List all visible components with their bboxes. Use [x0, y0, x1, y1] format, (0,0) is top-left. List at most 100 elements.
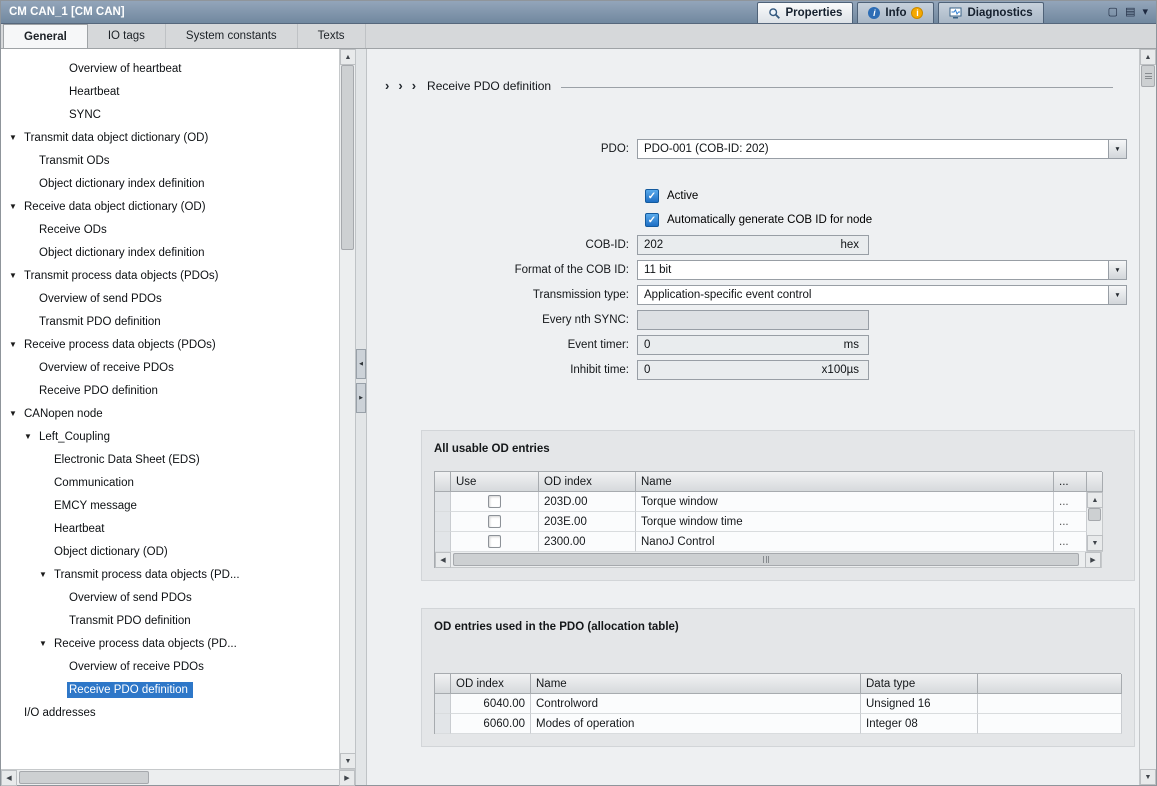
column-header[interactable] [978, 674, 1122, 694]
collapse-pane-icon[interactable]: ◀ [356, 349, 366, 379]
content-vertical-scrollbar[interactable]: ▲ ▼ [1139, 49, 1156, 785]
tree-item[interactable]: Overview of receive PDOs [1, 356, 339, 379]
scroll-left-icon[interactable]: ◀ [435, 552, 451, 568]
tree-item[interactable]: ▼Receive process data objects (PDOs) [1, 333, 339, 356]
row-selector[interactable] [435, 492, 451, 512]
tree-vertical-scrollbar[interactable]: ▲ ▼ [339, 49, 355, 769]
scroll-down-icon[interactable]: ▼ [340, 753, 356, 769]
scroll-up-icon[interactable]: ▲ [340, 49, 356, 65]
tree-expand-icon[interactable]: ▼ [39, 639, 52, 648]
column-header[interactable] [435, 472, 451, 492]
row-selector[interactable] [435, 714, 451, 734]
table-hscroll-thumb[interactable] [453, 553, 1079, 566]
scroll-up-icon[interactable]: ▲ [1087, 492, 1103, 508]
inhibit-time-field[interactable]: 0 x100µs [637, 360, 869, 380]
tree-item[interactable]: EMCY message [1, 494, 339, 517]
tree-item[interactable]: Transmit PDO definition [1, 310, 339, 333]
active-checkbox[interactable]: ✓ [645, 189, 659, 203]
od-entry-row[interactable]: 2300.00NanoJ Control... [435, 532, 1087, 552]
tab-io-tags[interactable]: IO tags [88, 24, 166, 48]
scroll-right-icon[interactable]: ▶ [1085, 552, 1101, 568]
tree-item[interactable]: ▼Receive data object dictionary (OD) [1, 195, 339, 218]
scroll-right-icon[interactable]: ▶ [339, 770, 355, 786]
tab-system-constants[interactable]: System constants [166, 24, 298, 48]
scroll-left-icon[interactable]: ◀ [1, 770, 17, 786]
tree-item[interactable]: Receive PDO definition [1, 379, 339, 402]
tree-item[interactable]: Overview of heartbeat [1, 57, 339, 80]
scroll-down-icon[interactable]: ▼ [1140, 769, 1156, 785]
column-header[interactable]: Data type [861, 674, 978, 694]
table-vscroll-thumb[interactable] [1088, 508, 1101, 521]
tree-item[interactable]: ▼Transmit process data objects (PD... [1, 563, 339, 586]
row-selector[interactable] [435, 512, 451, 532]
dock-window-icon[interactable]: ▤ [1125, 7, 1135, 18]
tree-item[interactable]: Transmit ODs [1, 149, 339, 172]
row-selector[interactable] [435, 532, 451, 552]
column-header[interactable]: OD index [539, 472, 636, 492]
table-horizontal-scrollbar[interactable]: ◀ ▶ [435, 552, 1102, 568]
tree-item[interactable]: ▼Receive process data objects (PD... [1, 632, 339, 655]
tree-item[interactable]: Overview of receive PDOs [1, 655, 339, 678]
column-header[interactable]: Name [531, 674, 861, 694]
column-header[interactable] [1087, 472, 1103, 492]
tree-horizontal-scrollbar[interactable]: ◀ ▶ [1, 769, 355, 785]
tree-item[interactable]: ▼CANopen node [1, 402, 339, 425]
table-vertical-scrollbar[interactable]: ▲ ▼ [1087, 492, 1103, 552]
use-checkbox[interactable] [488, 535, 501, 548]
tree-item[interactable]: Communication [1, 471, 339, 494]
content-vscroll-track[interactable] [1140, 87, 1156, 769]
content-vscroll-thumb[interactable] [1141, 65, 1155, 87]
tree-expand-icon[interactable]: ▼ [39, 570, 52, 579]
cob-format-select[interactable]: 11 bit ▼ [637, 260, 1127, 280]
tree-item[interactable]: ▼Transmit process data objects (PDOs) [1, 264, 339, 287]
use-checkbox[interactable] [488, 495, 501, 508]
cob-id-field[interactable]: 202 hex [637, 235, 869, 255]
table-vscroll-track[interactable] [1087, 521, 1102, 535]
tab-texts[interactable]: Texts [298, 24, 366, 48]
pane-splitter[interactable]: ◀ ▶ [355, 49, 367, 785]
tree-item[interactable]: Transmit PDO definition [1, 609, 339, 632]
row-selector[interactable] [435, 694, 451, 714]
dropdown-arrow-icon[interactable]: ▼ [1108, 286, 1126, 304]
auto-generate-cob-checkbox[interactable]: ✓ [645, 213, 659, 227]
breadcrumb-arrow-icon[interactable]: › [412, 79, 416, 92]
tree-item[interactable]: I/O addresses [1, 701, 339, 724]
tree-expand-icon[interactable]: ▼ [9, 133, 22, 142]
tab-diagnostics[interactable]: Diagnostics [938, 2, 1043, 23]
tree-item[interactable]: Overview of send PDOs [1, 586, 339, 609]
use-checkbox[interactable] [488, 515, 501, 528]
dropdown-arrow-icon[interactable]: ▼ [1108, 140, 1126, 158]
tab-general[interactable]: General [3, 24, 88, 48]
table-hscroll-track[interactable] [451, 552, 1085, 567]
dropdown-arrow-icon[interactable]: ▼ [1108, 261, 1126, 279]
expand-pane-icon[interactable]: ▶ [356, 383, 366, 413]
scroll-up-icon[interactable]: ▲ [1140, 49, 1156, 65]
allocation-row[interactable]: 6060.00Modes of operationInteger 08 [435, 714, 1121, 734]
column-header[interactable]: Use [451, 472, 539, 492]
tree-item[interactable]: ▼Transmit data object dictionary (OD) [1, 126, 339, 149]
tab-properties[interactable]: Properties [757, 2, 854, 23]
od-entry-row[interactable]: 203D.00Torque window... [435, 492, 1087, 512]
tree-item[interactable]: Overview of send PDOs [1, 287, 339, 310]
tree-hscroll-track[interactable] [17, 770, 339, 785]
float-window-icon[interactable]: ▢ [1108, 7, 1118, 18]
tree-item[interactable]: Object dictionary (OD) [1, 540, 339, 563]
pdo-select[interactable]: PDO-001 (COB-ID: 202) ▼ [637, 139, 1127, 159]
tree-expand-icon[interactable]: ▼ [9, 202, 22, 211]
event-timer-field[interactable]: 0 ms [637, 335, 869, 355]
tree-expand-icon[interactable]: ▼ [24, 432, 37, 441]
tree-item[interactable]: Object dictionary index definition [1, 172, 339, 195]
transmission-type-select[interactable]: Application-specific event control ▼ [637, 285, 1127, 305]
breadcrumb-arrow-icon[interactable]: › [385, 79, 389, 92]
collapse-window-icon[interactable]: ▾ [1142, 7, 1148, 18]
column-header[interactable]: ... [1054, 472, 1087, 492]
tree-expand-icon[interactable]: ▼ [9, 409, 22, 418]
column-header[interactable]: OD index [451, 674, 531, 694]
tree-item[interactable]: Receive PDO definition [1, 678, 339, 701]
tree-vscroll-thumb[interactable] [341, 65, 354, 250]
breadcrumb-arrow-icon[interactable]: › [398, 79, 402, 92]
allocation-row[interactable]: 6040.00ControlwordUnsigned 16 [435, 694, 1121, 714]
column-header[interactable] [435, 674, 451, 694]
tab-info[interactable]: i Info i [857, 2, 934, 23]
tree-expand-icon[interactable]: ▼ [9, 271, 22, 280]
